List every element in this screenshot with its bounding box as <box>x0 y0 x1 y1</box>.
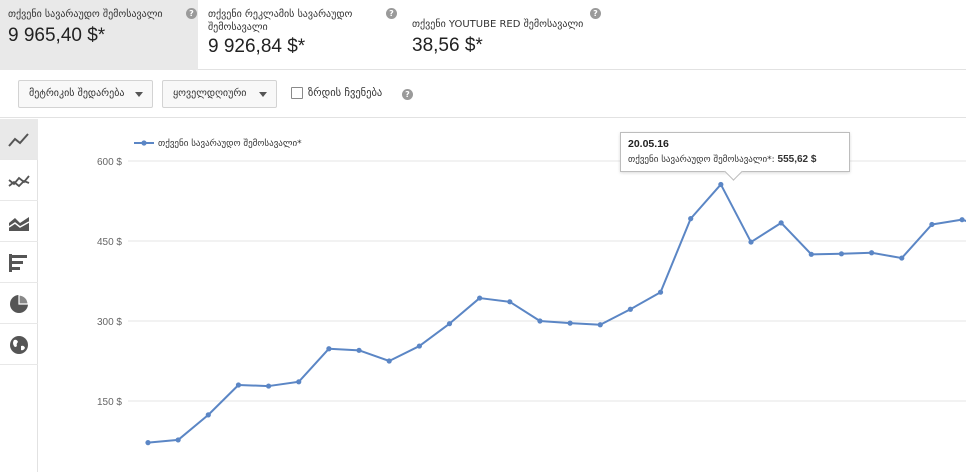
data-point[interactable] <box>326 346 332 352</box>
data-point[interactable] <box>899 255 905 261</box>
data-point[interactable] <box>537 318 543 324</box>
legend-series-label: თქვენი სავარაუდო შემოსავალი* <box>158 138 302 149</box>
data-point[interactable] <box>386 358 392 364</box>
data-point[interactable] <box>175 437 181 443</box>
y-tick-label: 600 $ <box>97 157 122 168</box>
data-point[interactable] <box>205 412 211 418</box>
y-tick-label: 450 $ <box>97 237 122 248</box>
data-point[interactable] <box>929 221 935 228</box>
data-point[interactable] <box>507 299 513 305</box>
data-point[interactable] <box>838 251 845 257</box>
data-point[interactable] <box>567 320 573 326</box>
legend-marker <box>141 140 147 146</box>
tooltip-date: 20.05.16 <box>628 138 669 150</box>
data-point[interactable] <box>235 382 242 388</box>
data-point[interactable] <box>446 321 453 327</box>
data-point[interactable] <box>145 440 151 446</box>
data-point[interactable] <box>808 251 814 257</box>
data-point[interactable] <box>959 217 965 223</box>
gridlines <box>128 160 966 402</box>
data-tooltip: 20.05.16 თქვენი სავარაუდო შემოსავალი*: 5… <box>620 132 850 172</box>
data-point[interactable] <box>688 216 694 222</box>
revenue-line-chart: 150 $ 300 $ 450 $ 600 $ თქვენი სავარაუდო შე… <box>97 138 966 446</box>
data-point[interactable] <box>266 383 272 389</box>
data-point[interactable] <box>869 250 875 256</box>
chart-legend: თქვენი სავარაუდო შემოსავალი* <box>134 138 302 149</box>
series-line <box>147 183 966 444</box>
data-point[interactable] <box>477 295 483 301</box>
y-tick-label: 150 $ <box>97 397 122 408</box>
series <box>145 181 966 446</box>
data-point[interactable] <box>597 322 603 328</box>
data-point[interactable] <box>356 347 362 353</box>
data-point[interactable] <box>718 181 724 188</box>
data-point[interactable] <box>416 343 422 349</box>
data-point[interactable] <box>657 289 664 295</box>
tooltip-row: თქვენი სავარაუდო შემოსავალი*: 555,62 $ <box>628 154 842 165</box>
data-point[interactable] <box>748 239 754 245</box>
y-tick-label: 300 $ <box>97 317 122 328</box>
data-point[interactable] <box>296 379 302 385</box>
data-point[interactable] <box>627 306 634 312</box>
data-point[interactable] <box>778 220 784 226</box>
tooltip-series-label: თქვენი სავარაუდო შემოსავალი*: <box>628 155 775 165</box>
y-axis: 150 $ 300 $ 450 $ 600 $ <box>97 157 122 408</box>
tooltip-value: 555,62 $ <box>777 154 817 165</box>
